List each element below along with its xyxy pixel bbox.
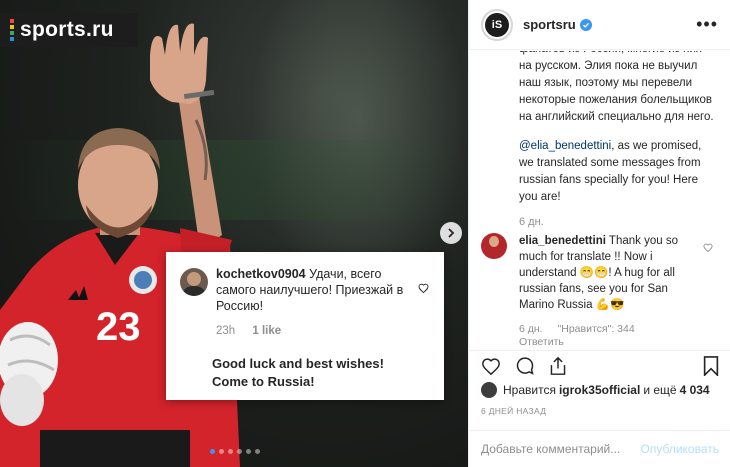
add-comment-bar: Опубликовать — [469, 430, 730, 467]
reply-meta: 6 дн. "Нравится": 344 Ответить — [519, 323, 719, 349]
account-username[interactable]: sportsru — [523, 17, 576, 32]
like-heart-icon[interactable] — [481, 357, 501, 375]
liker-avatar — [481, 382, 497, 398]
translated-comment-card: kochetkov0904 Удачи, всего самого наилуч… — [166, 252, 444, 400]
card-time: 23h — [216, 325, 236, 337]
likes-prefix: Нравится — [503, 383, 556, 397]
more-options-icon[interactable]: ••• — [696, 14, 718, 35]
post-sidebar: iS sportsru ••• фанатов из России, многи… — [468, 0, 730, 467]
translation-line-1: Good luck and best wishes! — [212, 356, 384, 371]
post-photo[interactable]: 23 sports.ru kochetkov0904 Удачи, всего … — [0, 0, 468, 467]
carousel-dot-active — [210, 449, 215, 454]
like-comment-heart-icon[interactable] — [703, 239, 713, 257]
carousel-dot — [228, 449, 233, 454]
reply-button[interactable]: Ответить — [519, 336, 719, 349]
translation-line-2: Come to Russia! — [212, 374, 315, 389]
carousel-dots — [210, 449, 260, 454]
comment-bubble-icon[interactable] — [515, 356, 535, 376]
card-username: kochetkov0904 — [216, 267, 306, 281]
carousel-dot — [237, 449, 242, 454]
card-likes: 1 like — [252, 325, 282, 337]
chevron-right-icon — [448, 228, 455, 238]
publish-button[interactable]: Опубликовать — [641, 442, 719, 456]
caption-russian: фанатов из России, многие из них – на ру… — [519, 51, 714, 123]
post-header: iS sportsru ••• — [469, 0, 730, 50]
action-bar — [469, 350, 730, 380]
caption-english: @elia_benedettini, as we promised, we tr… — [519, 138, 719, 206]
likes-count[interactable]: 4 034 — [680, 383, 710, 397]
share-icon[interactable] — [549, 356, 567, 376]
reply-likes[interactable]: "Нравится": 344 — [558, 323, 635, 335]
next-photo-button[interactable] — [440, 222, 462, 244]
reply-username[interactable]: elia_benedettini — [519, 235, 606, 247]
svg-text:23: 23 — [96, 305, 141, 349]
carousel-dot — [219, 449, 224, 454]
sportsru-logo: sports.ru — [0, 13, 138, 47]
likes-middle: и ещё — [643, 383, 677, 397]
reply-body: elia_benedettini Thank you so much for t… — [519, 233, 699, 313]
bookmark-icon[interactable] — [703, 355, 719, 376]
caption-time: 6 дн. — [519, 216, 544, 228]
avatar-text: iS — [485, 12, 509, 37]
verified-badge-icon — [579, 18, 592, 31]
caption-mention[interactable]: @elia_benedettini — [519, 140, 611, 152]
reply-avatar[interactable] — [481, 233, 507, 259]
logo-text: sports.ru — [20, 18, 114, 41]
commenter-avatar — [180, 268, 208, 296]
reply-time: 6 дн. — [519, 323, 543, 335]
logo-mark-icon — [10, 19, 14, 41]
card-comment-text: kochetkov0904 Удачи, всего самого наилуч… — [216, 266, 412, 314]
card-meta: 23h 1 like — [216, 325, 430, 337]
likes-user[interactable]: igrok35official — [559, 383, 640, 397]
card-translation: Good luck and best wishes! Come to Russi… — [212, 355, 430, 391]
reply-comment: elia_benedettini Thank you so much for t… — [481, 233, 719, 349]
likes-summary: Нравится igrok35official и ещё 4 034 — [481, 382, 713, 398]
heart-icon — [418, 280, 429, 314]
comment-input[interactable] — [481, 442, 641, 456]
carousel-dot — [246, 449, 251, 454]
carousel-dot — [255, 449, 260, 454]
account-avatar[interactable]: iS — [481, 8, 513, 41]
post-date: 6 ДНЕЙ НАЗАД — [481, 406, 547, 416]
